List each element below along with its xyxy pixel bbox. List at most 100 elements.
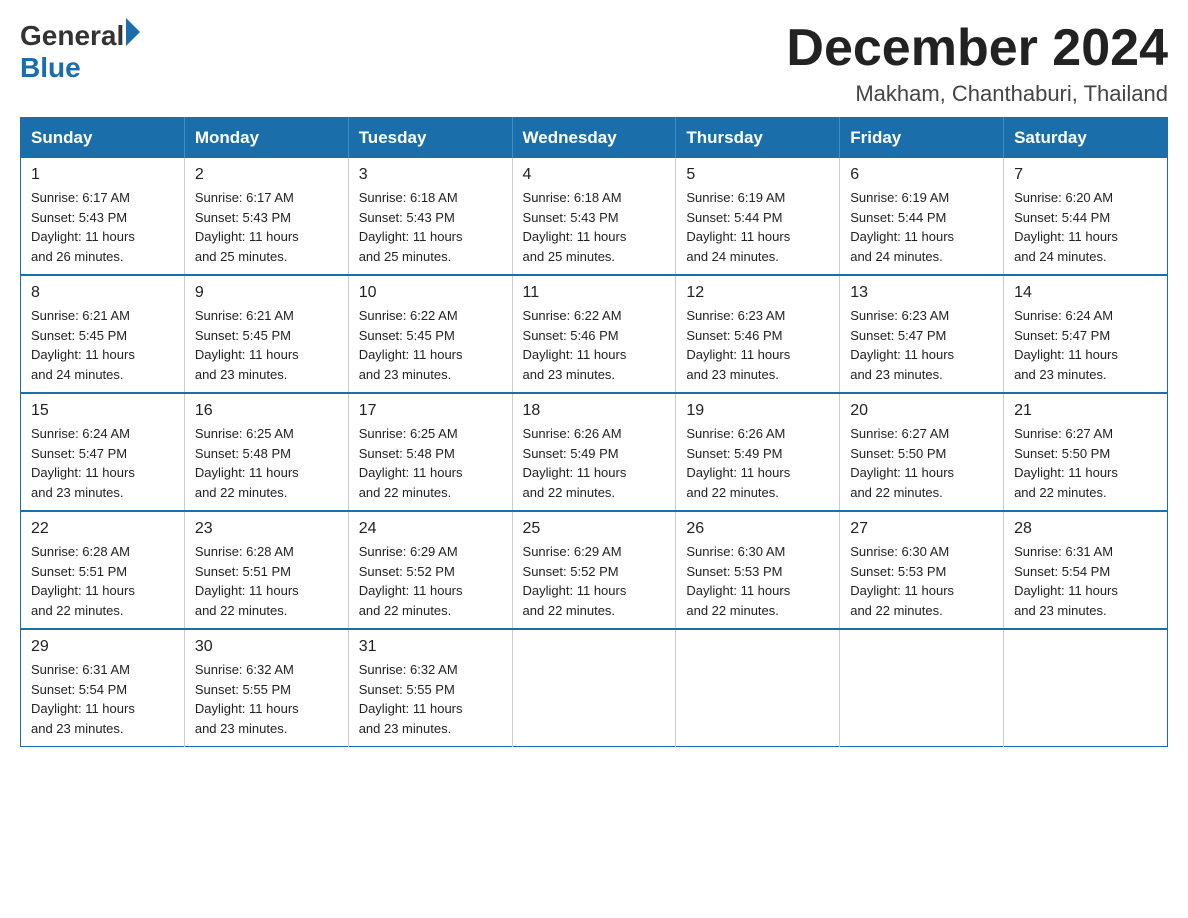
logo: General Blue bbox=[20, 20, 140, 84]
day-info: Sunrise: 6:26 AMSunset: 5:49 PMDaylight:… bbox=[686, 424, 829, 502]
day-info: Sunrise: 6:17 AMSunset: 5:43 PMDaylight:… bbox=[31, 188, 174, 266]
day-number: 4 bbox=[523, 166, 666, 184]
calendar-cell: 24 Sunrise: 6:29 AMSunset: 5:52 PMDaylig… bbox=[348, 511, 512, 629]
calendar-cell: 3 Sunrise: 6:18 AMSunset: 5:43 PMDayligh… bbox=[348, 158, 512, 275]
day-number: 13 bbox=[850, 284, 993, 302]
weekday-header-sunday: Sunday bbox=[21, 118, 185, 159]
day-number: 18 bbox=[523, 402, 666, 420]
weekday-header-wednesday: Wednesday bbox=[512, 118, 676, 159]
day-info: Sunrise: 6:24 AMSunset: 5:47 PMDaylight:… bbox=[31, 424, 174, 502]
day-info: Sunrise: 6:19 AMSunset: 5:44 PMDaylight:… bbox=[850, 188, 993, 266]
logo-blue-text: Blue bbox=[20, 52, 140, 84]
day-info: Sunrise: 6:23 AMSunset: 5:46 PMDaylight:… bbox=[686, 306, 829, 384]
calendar-cell: 30 Sunrise: 6:32 AMSunset: 5:55 PMDaylig… bbox=[184, 629, 348, 747]
calendar-cell: 28 Sunrise: 6:31 AMSunset: 5:54 PMDaylig… bbox=[1004, 511, 1168, 629]
day-info: Sunrise: 6:21 AMSunset: 5:45 PMDaylight:… bbox=[195, 306, 338, 384]
day-info: Sunrise: 6:32 AMSunset: 5:55 PMDaylight:… bbox=[359, 660, 502, 738]
day-number: 11 bbox=[523, 284, 666, 302]
calendar-cell: 14 Sunrise: 6:24 AMSunset: 5:47 PMDaylig… bbox=[1004, 275, 1168, 393]
month-year-title: December 2024 bbox=[786, 20, 1168, 77]
calendar-cell: 25 Sunrise: 6:29 AMSunset: 5:52 PMDaylig… bbox=[512, 511, 676, 629]
day-info: Sunrise: 6:30 AMSunset: 5:53 PMDaylight:… bbox=[850, 542, 993, 620]
page-header: General Blue December 2024 Makham, Chant… bbox=[20, 20, 1168, 107]
day-info: Sunrise: 6:19 AMSunset: 5:44 PMDaylight:… bbox=[686, 188, 829, 266]
day-number: 17 bbox=[359, 402, 502, 420]
calendar-week-row: 22 Sunrise: 6:28 AMSunset: 5:51 PMDaylig… bbox=[21, 511, 1168, 629]
calendar-week-row: 15 Sunrise: 6:24 AMSunset: 5:47 PMDaylig… bbox=[21, 393, 1168, 511]
weekday-header-saturday: Saturday bbox=[1004, 118, 1168, 159]
day-info: Sunrise: 6:31 AMSunset: 5:54 PMDaylight:… bbox=[31, 660, 174, 738]
day-number: 12 bbox=[686, 284, 829, 302]
calendar-cell bbox=[676, 629, 840, 747]
day-info: Sunrise: 6:22 AMSunset: 5:46 PMDaylight:… bbox=[523, 306, 666, 384]
weekday-header-monday: Monday bbox=[184, 118, 348, 159]
day-number: 31 bbox=[359, 638, 502, 656]
calendar-cell: 18 Sunrise: 6:26 AMSunset: 5:49 PMDaylig… bbox=[512, 393, 676, 511]
calendar-cell: 31 Sunrise: 6:32 AMSunset: 5:55 PMDaylig… bbox=[348, 629, 512, 747]
day-info: Sunrise: 6:28 AMSunset: 5:51 PMDaylight:… bbox=[31, 542, 174, 620]
day-info: Sunrise: 6:27 AMSunset: 5:50 PMDaylight:… bbox=[850, 424, 993, 502]
day-number: 21 bbox=[1014, 402, 1157, 420]
weekday-header-tuesday: Tuesday bbox=[348, 118, 512, 159]
calendar-cell: 21 Sunrise: 6:27 AMSunset: 5:50 PMDaylig… bbox=[1004, 393, 1168, 511]
calendar-table: SundayMondayTuesdayWednesdayThursdayFrid… bbox=[20, 117, 1168, 747]
day-number: 29 bbox=[31, 638, 174, 656]
day-number: 14 bbox=[1014, 284, 1157, 302]
day-info: Sunrise: 6:29 AMSunset: 5:52 PMDaylight:… bbox=[523, 542, 666, 620]
calendar-cell: 16 Sunrise: 6:25 AMSunset: 5:48 PMDaylig… bbox=[184, 393, 348, 511]
day-number: 20 bbox=[850, 402, 993, 420]
day-info: Sunrise: 6:20 AMSunset: 5:44 PMDaylight:… bbox=[1014, 188, 1157, 266]
day-info: Sunrise: 6:18 AMSunset: 5:43 PMDaylight:… bbox=[359, 188, 502, 266]
day-number: 26 bbox=[686, 520, 829, 538]
day-info: Sunrise: 6:18 AMSunset: 5:43 PMDaylight:… bbox=[523, 188, 666, 266]
day-info: Sunrise: 6:27 AMSunset: 5:50 PMDaylight:… bbox=[1014, 424, 1157, 502]
day-number: 23 bbox=[195, 520, 338, 538]
weekday-header-thursday: Thursday bbox=[676, 118, 840, 159]
day-info: Sunrise: 6:21 AMSunset: 5:45 PMDaylight:… bbox=[31, 306, 174, 384]
calendar-cell: 27 Sunrise: 6:30 AMSunset: 5:53 PMDaylig… bbox=[840, 511, 1004, 629]
calendar-cell: 29 Sunrise: 6:31 AMSunset: 5:54 PMDaylig… bbox=[21, 629, 185, 747]
day-number: 9 bbox=[195, 284, 338, 302]
day-number: 7 bbox=[1014, 166, 1157, 184]
calendar-cell bbox=[840, 629, 1004, 747]
calendar-cell: 1 Sunrise: 6:17 AMSunset: 5:43 PMDayligh… bbox=[21, 158, 185, 275]
day-info: Sunrise: 6:25 AMSunset: 5:48 PMDaylight:… bbox=[359, 424, 502, 502]
calendar-cell bbox=[1004, 629, 1168, 747]
calendar-cell bbox=[512, 629, 676, 747]
calendar-cell: 20 Sunrise: 6:27 AMSunset: 5:50 PMDaylig… bbox=[840, 393, 1004, 511]
day-info: Sunrise: 6:31 AMSunset: 5:54 PMDaylight:… bbox=[1014, 542, 1157, 620]
day-number: 2 bbox=[195, 166, 338, 184]
calendar-cell: 19 Sunrise: 6:26 AMSunset: 5:49 PMDaylig… bbox=[676, 393, 840, 511]
weekday-header-friday: Friday bbox=[840, 118, 1004, 159]
calendar-cell: 7 Sunrise: 6:20 AMSunset: 5:44 PMDayligh… bbox=[1004, 158, 1168, 275]
day-info: Sunrise: 6:25 AMSunset: 5:48 PMDaylight:… bbox=[195, 424, 338, 502]
day-number: 19 bbox=[686, 402, 829, 420]
calendar-cell: 15 Sunrise: 6:24 AMSunset: 5:47 PMDaylig… bbox=[21, 393, 185, 511]
day-number: 30 bbox=[195, 638, 338, 656]
calendar-week-row: 29 Sunrise: 6:31 AMSunset: 5:54 PMDaylig… bbox=[21, 629, 1168, 747]
location-subtitle: Makham, Chanthaburi, Thailand bbox=[786, 81, 1168, 107]
calendar-cell: 8 Sunrise: 6:21 AMSunset: 5:45 PMDayligh… bbox=[21, 275, 185, 393]
calendar-cell: 11 Sunrise: 6:22 AMSunset: 5:46 PMDaylig… bbox=[512, 275, 676, 393]
calendar-cell: 2 Sunrise: 6:17 AMSunset: 5:43 PMDayligh… bbox=[184, 158, 348, 275]
day-number: 28 bbox=[1014, 520, 1157, 538]
day-info: Sunrise: 6:32 AMSunset: 5:55 PMDaylight:… bbox=[195, 660, 338, 738]
day-info: Sunrise: 6:30 AMSunset: 5:53 PMDaylight:… bbox=[686, 542, 829, 620]
day-number: 27 bbox=[850, 520, 993, 538]
day-info: Sunrise: 6:29 AMSunset: 5:52 PMDaylight:… bbox=[359, 542, 502, 620]
day-info: Sunrise: 6:23 AMSunset: 5:47 PMDaylight:… bbox=[850, 306, 993, 384]
calendar-cell: 26 Sunrise: 6:30 AMSunset: 5:53 PMDaylig… bbox=[676, 511, 840, 629]
day-number: 16 bbox=[195, 402, 338, 420]
day-number: 3 bbox=[359, 166, 502, 184]
day-info: Sunrise: 6:26 AMSunset: 5:49 PMDaylight:… bbox=[523, 424, 666, 502]
day-number: 22 bbox=[31, 520, 174, 538]
day-number: 1 bbox=[31, 166, 174, 184]
day-number: 24 bbox=[359, 520, 502, 538]
calendar-week-row: 8 Sunrise: 6:21 AMSunset: 5:45 PMDayligh… bbox=[21, 275, 1168, 393]
day-number: 8 bbox=[31, 284, 174, 302]
day-info: Sunrise: 6:17 AMSunset: 5:43 PMDaylight:… bbox=[195, 188, 338, 266]
day-number: 5 bbox=[686, 166, 829, 184]
calendar-cell: 4 Sunrise: 6:18 AMSunset: 5:43 PMDayligh… bbox=[512, 158, 676, 275]
calendar-cell: 23 Sunrise: 6:28 AMSunset: 5:51 PMDaylig… bbox=[184, 511, 348, 629]
day-number: 10 bbox=[359, 284, 502, 302]
